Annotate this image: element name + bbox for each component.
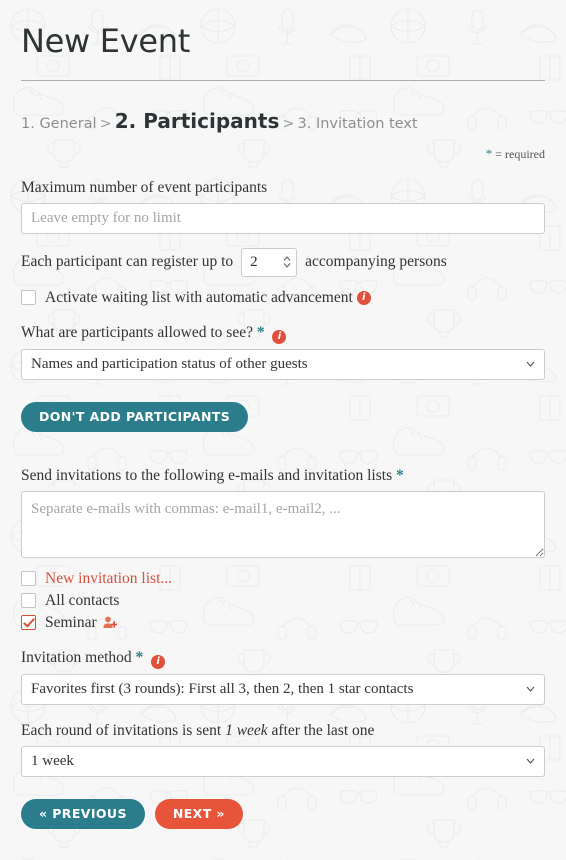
- round-interval-emphasis: 1 week: [225, 721, 268, 739]
- invitations-required-star: *: [395, 466, 404, 484]
- visibility-label: What are participants allowed to see? * …: [21, 323, 545, 344]
- title-divider: [21, 80, 545, 81]
- info-icon[interactable]: i: [272, 329, 287, 344]
- dont-add-participants-row: DON'T ADD PARTICIPANTS: [21, 401, 545, 432]
- visibility-select[interactable]: Names and participation status of other …: [21, 348, 545, 380]
- invitation-method-select[interactable]: Favorites first (3 rounds): First all 3,…: [21, 673, 545, 705]
- page-title: New Event: [21, 22, 190, 60]
- breadcrumb-step-invitation-text[interactable]: 3. Invitation text: [298, 116, 418, 132]
- breadcrumb-step-participants[interactable]: 2. Participants: [115, 109, 280, 133]
- breadcrumb-separator-2: >: [282, 116, 295, 132]
- round-interval-text-before: Each round of invitations is sent: [21, 721, 222, 739]
- visibility-required-star: *: [256, 323, 265, 341]
- invitation-list-label-new: New invitation list...: [45, 569, 173, 587]
- required-note-text: = required: [495, 146, 545, 161]
- breadcrumb-step-general[interactable]: 1. General: [21, 116, 97, 132]
- accompanying-text-before: Each participant can register up to: [21, 253, 234, 271]
- accompanying-persons-row: Each participant can register up to acco…: [21, 247, 545, 277]
- invitation-list-checkbox-new[interactable]: [21, 571, 36, 587]
- round-interval-text-after: after the last one: [271, 721, 375, 739]
- invitations-label-text: Send invitations to the following e-mail…: [21, 466, 393, 484]
- invitation-list-label-seminar: Seminar: [45, 613, 97, 631]
- accompanying-stepper[interactable]: [241, 247, 298, 277]
- round-interval-label: Each round of invitations is sent 1 week…: [21, 721, 545, 741]
- round-interval-select[interactable]: 1 week: [21, 745, 545, 777]
- invitation-method-select-wrap[interactable]: Favorites first (3 rounds): First all 3,…: [21, 673, 545, 705]
- previous-button[interactable]: « PREVIOUS: [21, 798, 145, 829]
- breadcrumb-separator-1: >: [99, 116, 112, 132]
- waiting-list-row[interactable]: Activate waiting list with automatic adv…: [21, 289, 545, 307]
- wizard-navigation: « PREVIOUS NEXT »: [21, 798, 545, 829]
- invitation-list-checkbox-all-contacts[interactable]: [21, 593, 36, 609]
- invitation-list-item-new[interactable]: New invitation list...: [21, 570, 545, 588]
- visibility-select-wrap[interactable]: Names and participation status of other …: [21, 348, 545, 380]
- required-note: * = required: [21, 146, 545, 162]
- stepper-arrows-icon[interactable]: [282, 254, 292, 270]
- visibility-label-text: What are participants allowed to see?: [21, 323, 253, 341]
- invitation-method-label: Invitation method * i: [21, 648, 545, 669]
- max-participants-label: Maximum number of event participants: [21, 178, 268, 196]
- info-icon[interactable]: i: [151, 654, 166, 669]
- invitation-list-item-seminar[interactable]: Seminar: [21, 614, 545, 632]
- next-button[interactable]: NEXT »: [154, 798, 243, 829]
- invitation-list-item-all-contacts[interactable]: All contacts: [21, 592, 545, 610]
- max-participants-input[interactable]: [21, 202, 545, 234]
- invitations-label: Send invitations to the following e-mail…: [21, 466, 545, 486]
- info-icon[interactable]: i: [356, 290, 371, 305]
- accompanying-text-after: accompanying persons: [305, 253, 447, 271]
- waiting-list-checkbox[interactable]: [21, 290, 36, 306]
- invitation-method-label-text: Invitation method: [21, 648, 132, 666]
- invitation-list-checkbox-seminar[interactable]: [21, 615, 36, 631]
- invitations-textarea[interactable]: [21, 490, 545, 558]
- dont-add-participants-button[interactable]: DON'T ADD PARTICIPANTS: [21, 401, 249, 432]
- person-add-icon[interactable]: [103, 616, 118, 629]
- invitation-method-required-star: *: [135, 648, 144, 666]
- breadcrumb: 1. General >2. Participants >3. Invitation…: [21, 111, 545, 132]
- invitation-lists: New invitation list... All contacts Semi…: [21, 570, 545, 632]
- invitation-list-label-all-contacts: All contacts: [45, 591, 120, 609]
- waiting-list-label: Activate waiting list with automatic adv…: [45, 288, 353, 306]
- round-interval-select-wrap[interactable]: 1 week: [21, 745, 545, 777]
- required-note-star: *: [485, 145, 493, 161]
